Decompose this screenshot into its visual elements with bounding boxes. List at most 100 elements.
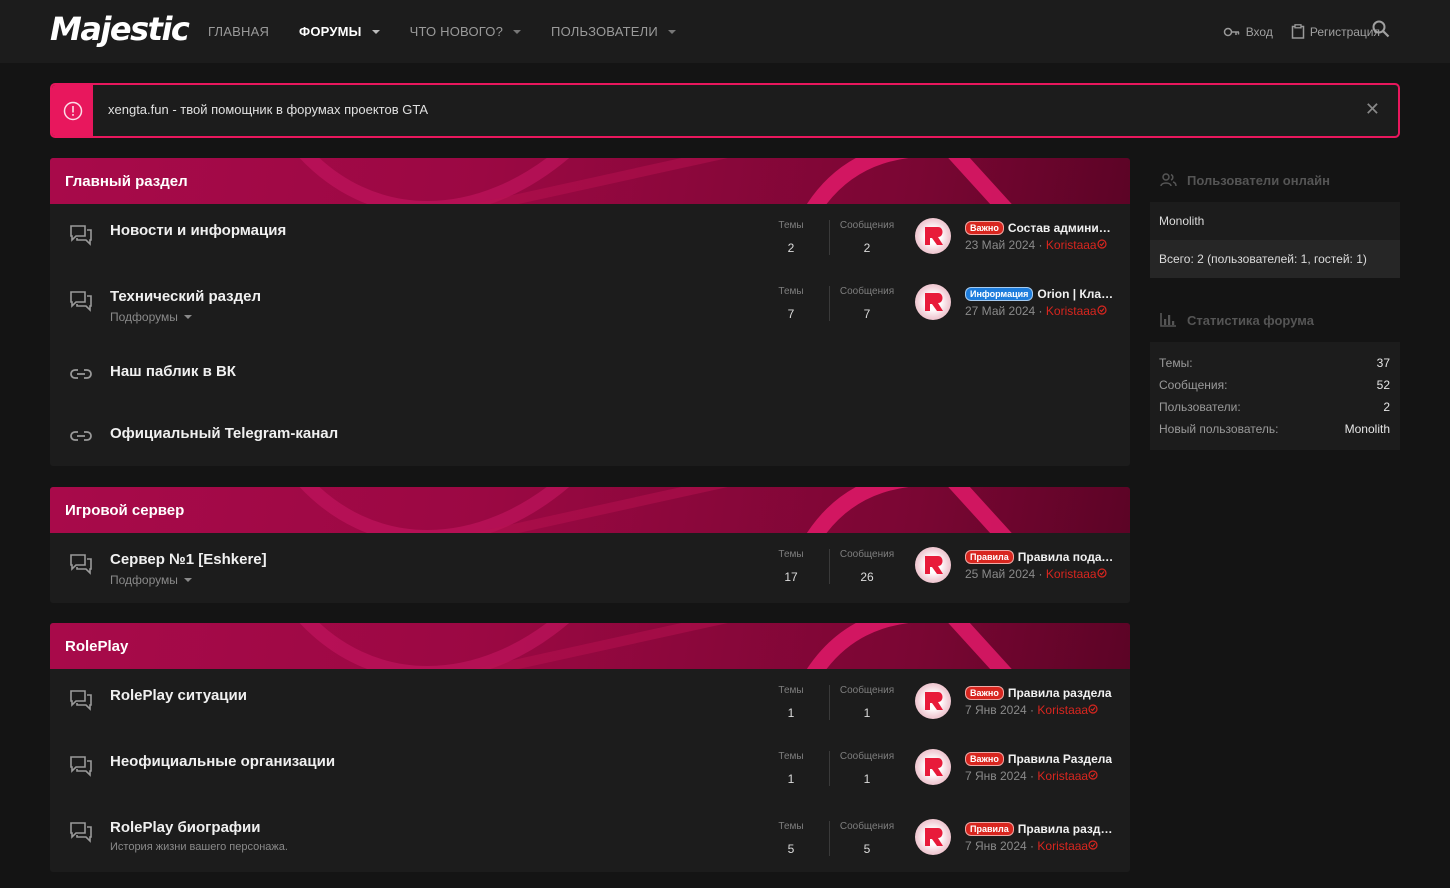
threads-count: 1: [787, 706, 795, 720]
subforums-toggle[interactable]: Подфорумы: [110, 573, 192, 587]
stat-divider: [829, 821, 830, 856]
online-user[interactable]: Monolith: [1159, 214, 1204, 228]
users-icon: [1160, 173, 1177, 187]
last-post-user[interactable]: Koristaaa: [1046, 304, 1097, 318]
header-decoration: [299, 623, 1012, 669]
last-post-title[interactable]: Состав администрации: [1008, 221, 1115, 235]
stat-divider: [829, 220, 830, 255]
last-post-date[interactable]: 7 Янв 2024: [965, 703, 1027, 717]
nav-home[interactable]: ГЛАВНАЯ: [208, 24, 269, 39]
stat-key: Сообщения:: [1159, 378, 1228, 392]
last-post-date[interactable]: 23 Май 2024: [965, 238, 1035, 252]
nav-forums[interactable]: ФОРУМЫ: [299, 24, 380, 39]
stat-row-members: Пользователи: 2: [1150, 396, 1400, 418]
subforums-toggle[interactable]: Подфорумы: [110, 310, 192, 324]
link-title[interactable]: Наш паблик в ВК: [110, 363, 236, 380]
avatar[interactable]: [915, 218, 951, 254]
messages-stat: Сообщения 5: [832, 821, 902, 856]
login-link[interactable]: Вход: [1223, 25, 1273, 39]
forum-title[interactable]: Неофициальные организации: [110, 753, 335, 770]
messages-label: Сообщения: [839, 220, 895, 231]
stat-value[interactable]: Monolith: [1345, 422, 1390, 436]
last-post-title[interactable]: Правила подачи жалоб: [1018, 550, 1115, 564]
nav-members[interactable]: ПОЛЬЗОВАТЕЛИ: [551, 24, 676, 39]
messages-count: 1: [863, 772, 871, 786]
last-post-user[interactable]: Koristaaa: [1037, 839, 1088, 853]
last-post: ПравилаПравила подачи жалоб 25 Май 2024 …: [965, 550, 1115, 581]
last-post-title[interactable]: Правила раздела: [1018, 822, 1115, 836]
avatar-logo-icon: [925, 227, 943, 245]
messages-stat: Сообщения 1: [832, 751, 902, 786]
chevron-down-icon: [183, 578, 192, 582]
last-post-title[interactable]: Правила Раздела: [1008, 752, 1112, 766]
last-post-user[interactable]: Koristaaa: [1037, 703, 1088, 717]
last-post-date[interactable]: 7 Янв 2024: [965, 839, 1027, 853]
threads-stat: Темы 1: [756, 751, 826, 786]
category-header: RolePlay: [50, 623, 1130, 669]
login-label: Вход: [1245, 24, 1273, 39]
chevron-down-icon[interactable]: [513, 29, 522, 34]
verified-icon: [1096, 305, 1107, 315]
threads-label: Темы: [778, 821, 804, 832]
forum-node: Неофициальные организации Темы 1 Сообщени…: [50, 735, 1130, 801]
chevron-down-icon[interactable]: [667, 29, 676, 34]
online-users-widget: Пользователи онлайн Monolith Всего: 2 (п…: [1150, 158, 1400, 278]
messages-count: 7: [863, 307, 871, 321]
avatar[interactable]: [915, 683, 951, 719]
prefix-badge: Важно: [965, 686, 1004, 700]
avatar[interactable]: [915, 547, 951, 583]
category-title: Главный раздел: [65, 173, 188, 190]
search-button[interactable]: [1372, 20, 1390, 43]
prefix-badge: Информация: [965, 287, 1034, 301]
widget-header: Статистика форума: [1150, 298, 1400, 342]
last-post-title[interactable]: Orion | Клавиатура: [1037, 287, 1115, 301]
avatar[interactable]: [915, 284, 951, 320]
avatar[interactable]: [915, 749, 951, 785]
threads-count: 5: [787, 842, 795, 856]
stat-divider: [829, 549, 830, 584]
threads-label: Темы: [778, 220, 804, 231]
forum-stats-widget: Статистика форума Темы: 37 Сообщения: 52 П…: [1150, 298, 1400, 450]
verified-icon: [1088, 840, 1098, 850]
nav-whats-new-label: ЧТО НОВОГО?: [409, 24, 504, 39]
last-post-date[interactable]: 25 Май 2024: [965, 567, 1035, 581]
register-link[interactable]: Регистрация: [1291, 24, 1380, 39]
nav-whats-new[interactable]: ЧТО НОВОГО?: [409, 24, 522, 39]
last-post-user[interactable]: Koristaaa: [1037, 769, 1088, 783]
online-total-text: Всего: 2 (пользователей: 1, гостей: 1): [1159, 252, 1367, 266]
last-post: Правила Правила раздела 7 Янв 2024 · Kori…: [965, 822, 1115, 853]
last-post: Важно Правила Раздела 7 Янв 2024 · Korist…: [965, 752, 1113, 783]
forum-description: История жизни вашего персонажа.: [110, 841, 288, 853]
chevron-down-icon[interactable]: [371, 29, 380, 34]
register-label: Регистрация: [1309, 24, 1380, 39]
threads-stat: Темы 17: [756, 549, 826, 584]
main-nav: ГЛАВНАЯ ФОРУМЫ ЧТО НОВОГО? ПОЛЬЗОВАТЕЛИ: [208, 0, 706, 63]
category-title: RolePlay: [65, 638, 129, 655]
widget-title: Статистика форума: [1187, 312, 1314, 328]
close-icon[interactable]: ✕: [1365, 99, 1380, 120]
forum-title[interactable]: RolePlay биографии: [110, 819, 261, 836]
last-post-title[interactable]: Правила раздела: [1008, 686, 1112, 700]
chat-bubbles-icon: [70, 690, 92, 711]
site-logo[interactable]: Majestic: [50, 10, 190, 48]
chat-bubbles-icon: [70, 822, 92, 843]
avatar[interactable]: [915, 819, 951, 855]
last-post-user[interactable]: Koristaaa: [1046, 567, 1097, 581]
messages-count: 1: [863, 706, 871, 720]
link-title[interactable]: Официальный Telegram-канал: [110, 425, 338, 442]
last-post-user[interactable]: Koristaaa: [1046, 238, 1097, 252]
notice-icon-box: [52, 85, 93, 136]
forum-title[interactable]: RolePlay ситуации: [110, 687, 247, 704]
prefix-badge: Важно: [965, 752, 1004, 766]
nav-members-label: ПОЛЬЗОВАТЕЛИ: [551, 24, 658, 39]
last-post-date[interactable]: 7 Янв 2024: [965, 769, 1027, 783]
forum-title[interactable]: Технический раздел: [110, 288, 261, 305]
threads-label: Темы: [778, 286, 804, 297]
stat-row-threads: Темы: 37: [1150, 352, 1400, 374]
chat-bubbles-icon: [70, 225, 92, 246]
last-post-date[interactable]: 27 Май 2024: [965, 304, 1035, 318]
messages-stat: Сообщения 26: [832, 549, 902, 584]
forum-title[interactable]: Сервер №1 [Eshkere]: [110, 551, 267, 568]
forum-title[interactable]: Новости и информация: [110, 222, 286, 239]
messages-count: 2: [863, 241, 871, 255]
